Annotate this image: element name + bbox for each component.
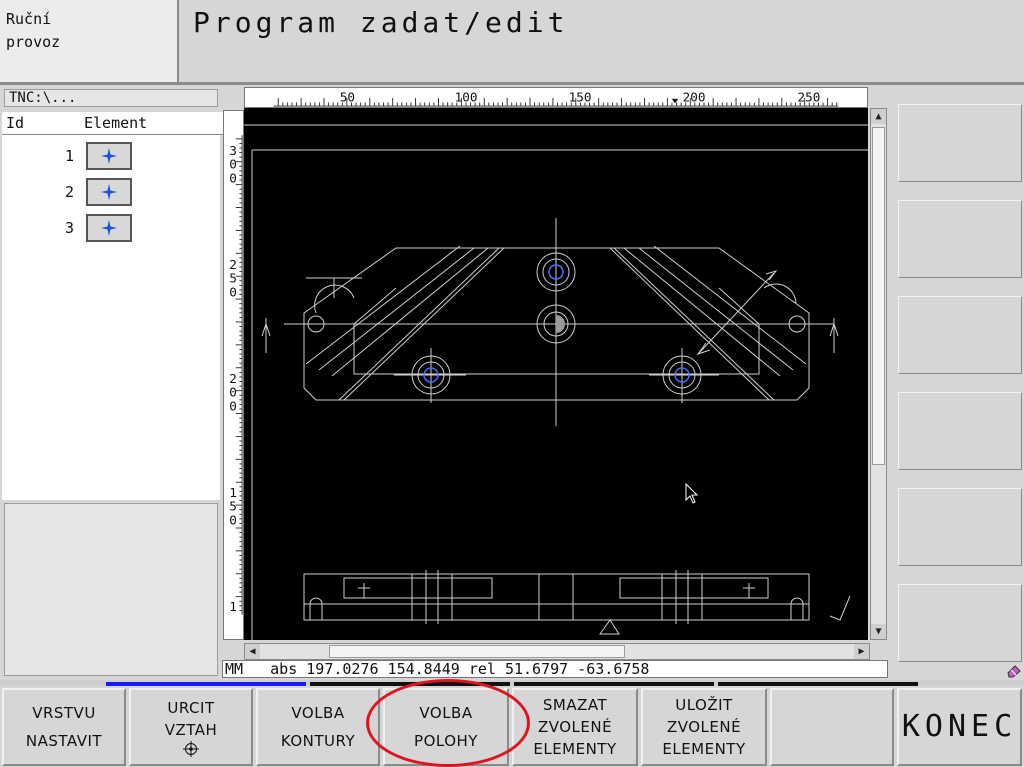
softkey-smazat-zvolene-elementy[interactable]: SMAZAT ZVOLENÉ ELEMENTY bbox=[512, 688, 638, 766]
horizontal-scrollbar[interactable]: ◀ ▶ bbox=[244, 643, 870, 660]
scroll-up-icon[interactable]: ▲ bbox=[871, 109, 886, 124]
vertical-softkey-6[interactable] bbox=[898, 584, 1022, 662]
softkey-label: SMAZAT bbox=[542, 696, 608, 714]
column-header-id[interactable]: Id bbox=[2, 112, 85, 135]
horizontal-scroll-thumb[interactable] bbox=[329, 645, 625, 658]
softkey-label: ZVOLENÉ bbox=[666, 718, 742, 736]
softkey-label: VOLBA bbox=[291, 704, 345, 722]
softkey-row-indicator bbox=[514, 682, 714, 686]
vertical-scrollbar[interactable]: ▲ ▼ bbox=[870, 108, 887, 640]
mode-label-line2: provoz bbox=[6, 33, 61, 51]
softkey-label: POLOHY bbox=[414, 732, 478, 750]
softkey-label: KONEC bbox=[901, 709, 1018, 744]
ruler-label: 200 bbox=[683, 90, 706, 105]
element-id: 2 bbox=[64, 183, 74, 201]
ruler-label: 0 bbox=[229, 284, 237, 299]
softkey-label: ZVOLENÉ bbox=[537, 718, 613, 736]
softkey-label: ULOŽIT bbox=[675, 696, 733, 714]
softkey-label: VOLBA bbox=[419, 704, 473, 722]
coordinate-status-bar: MM abs 197.0276 154.8449 rel 51.6797 -63… bbox=[222, 660, 888, 678]
vertical-softkey-3[interactable] bbox=[898, 296, 1022, 374]
vertical-scroll-thumb[interactable] bbox=[872, 127, 885, 465]
softkey-empty[interactable] bbox=[770, 688, 894, 766]
mode-label-line1: Ruční bbox=[6, 10, 52, 28]
softkey-label: NASTAVIT bbox=[25, 732, 103, 750]
ruler-label: 250 bbox=[798, 90, 821, 105]
page-title: Program zadat/edit bbox=[193, 6, 569, 39]
softkey-label: ELEMENTY bbox=[662, 740, 746, 758]
properties-panel bbox=[4, 503, 218, 676]
ruler-label: 50 bbox=[340, 90, 355, 105]
eraser-icon[interactable] bbox=[1006, 664, 1022, 678]
list-item[interactable]: 3 bbox=[2, 212, 220, 244]
point-crosshair-icon[interactable] bbox=[86, 178, 132, 206]
point-crosshair-icon[interactable] bbox=[86, 142, 132, 170]
vertical-ruler: 3 0 0 2 5 0 2 0 0 1 5 0 1 bbox=[223, 110, 244, 640]
scroll-down-icon[interactable]: ▼ bbox=[871, 624, 886, 639]
vertical-softkey-5[interactable] bbox=[898, 488, 1022, 566]
softkey-volba-polohy[interactable]: VOLBA POLOHY bbox=[383, 688, 509, 766]
element-list: Id Element 1 2 3 bbox=[2, 112, 224, 500]
element-id: 3 bbox=[64, 219, 74, 237]
list-item[interactable]: 1 bbox=[2, 140, 220, 172]
ruler-label: 150 bbox=[569, 90, 592, 105]
crosshair-target-icon bbox=[183, 741, 199, 757]
softkey-urcit-vztah[interactable]: URCIT VZTAH bbox=[129, 688, 253, 766]
softkey-label: VZTAH bbox=[164, 721, 218, 739]
softkey-row-indicator bbox=[718, 682, 918, 686]
ruler-label: 0 bbox=[229, 398, 237, 413]
point-crosshair-icon[interactable] bbox=[86, 214, 132, 242]
softkey-row-active-indicator bbox=[106, 682, 306, 686]
cursor-marker-icon bbox=[671, 98, 679, 104]
softkey-label: VRSTVU bbox=[32, 704, 96, 722]
scroll-right-icon[interactable]: ▶ bbox=[854, 644, 869, 659]
column-header-element[interactable]: Element bbox=[80, 112, 224, 135]
ruler-label: 0 bbox=[229, 170, 237, 185]
ruler-label: 100 bbox=[455, 90, 478, 105]
scroll-left-icon[interactable]: ◀ bbox=[245, 644, 260, 659]
vertical-softkey-2[interactable] bbox=[898, 200, 1022, 278]
horizontal-ruler: 50 100 150 200 250 bbox=[244, 87, 868, 108]
element-id: 1 bbox=[64, 147, 74, 165]
softkey-label: ELEMENTY bbox=[533, 740, 617, 758]
softkey-volba-kontury[interactable]: VOLBA KONTURY bbox=[256, 688, 380, 766]
softkey-row-indicator bbox=[310, 682, 510, 686]
title-bar: Program zadat/edit bbox=[181, 0, 1024, 82]
ruler-label: 1 bbox=[229, 599, 237, 614]
softkey-label: URCIT bbox=[167, 699, 215, 717]
file-path: TNC:\... bbox=[4, 89, 218, 107]
softkey-label: KONTURY bbox=[280, 732, 356, 750]
softkey-vrstvu-nastavit[interactable]: VRSTVU NASTAVIT bbox=[2, 688, 126, 766]
softkey-ulozit-zvolene-elementy[interactable]: ULOŽIT ZVOLENÉ ELEMENTY bbox=[641, 688, 767, 766]
operating-mode-box: Ruční provoz bbox=[0, 0, 179, 82]
vertical-softkey-4[interactable] bbox=[898, 392, 1022, 470]
cad-drawing-canvas[interactable] bbox=[244, 108, 868, 640]
softkey-konec[interactable]: KONEC bbox=[897, 688, 1022, 766]
header-divider bbox=[0, 82, 1024, 85]
ruler-label: 0 bbox=[229, 512, 237, 527]
list-item[interactable]: 2 bbox=[2, 176, 220, 208]
vertical-softkey-1[interactable] bbox=[898, 104, 1022, 182]
